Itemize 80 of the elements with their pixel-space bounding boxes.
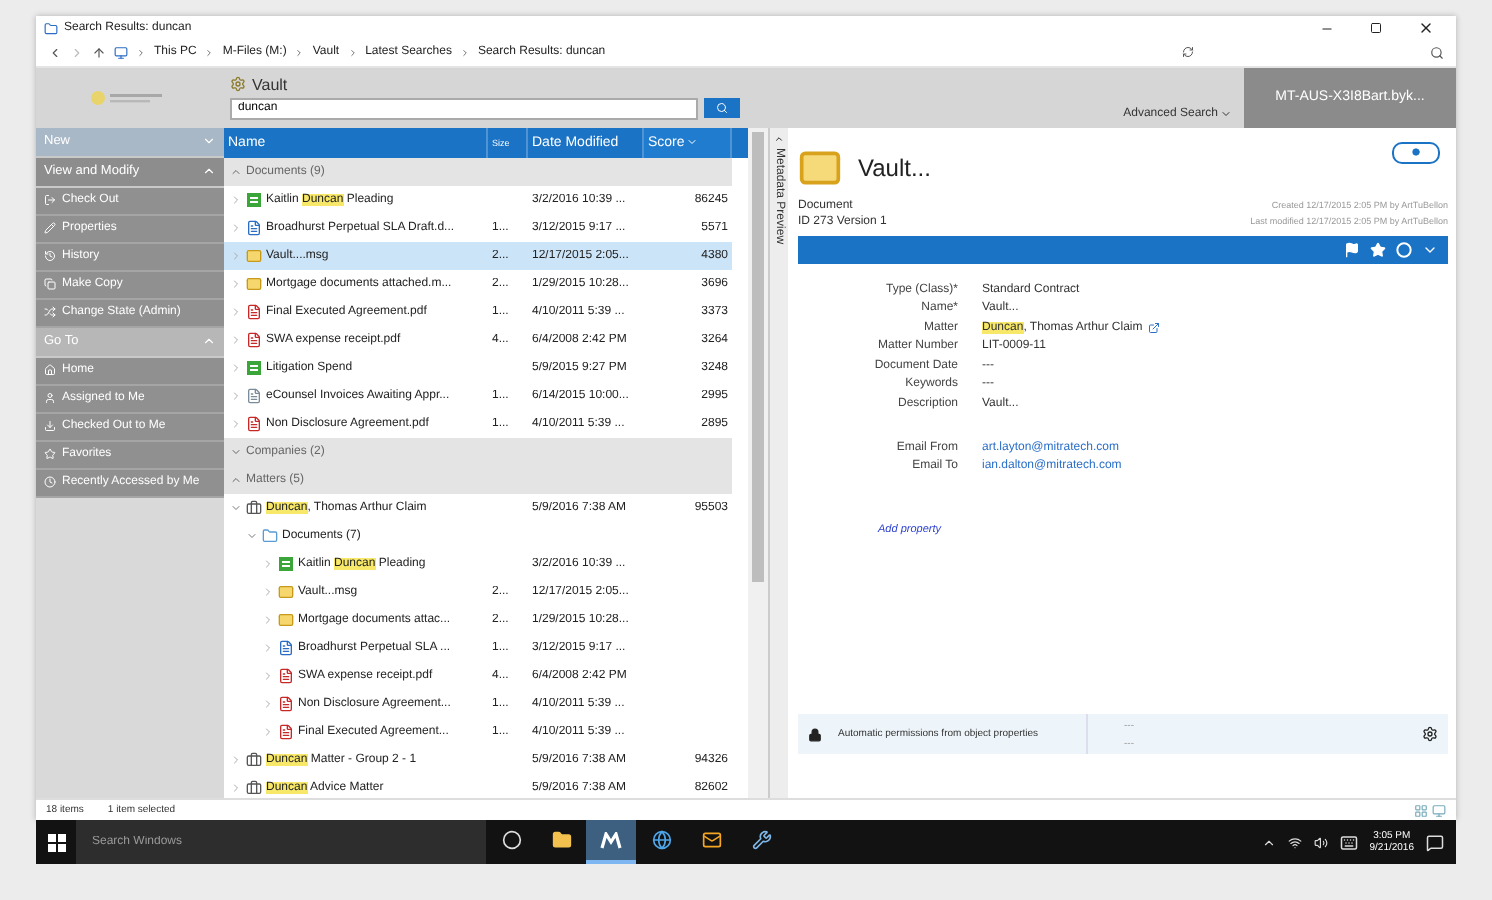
caret-icon xyxy=(774,133,784,144)
folder-icon xyxy=(551,830,571,850)
workflow-button[interactable] xyxy=(1396,241,1412,258)
document-icon xyxy=(246,191,262,208)
briefcase-icon xyxy=(246,499,262,516)
close-icon xyxy=(1418,20,1434,36)
file-icon xyxy=(278,639,294,656)
search-icon[interactable] xyxy=(1430,45,1444,60)
briefcase-icon xyxy=(246,751,262,768)
file-icon xyxy=(246,303,262,320)
expand-icon xyxy=(230,445,242,458)
refresh-icon[interactable] xyxy=(1182,46,1194,59)
logout-icon xyxy=(44,194,56,207)
notification-icon[interactable] xyxy=(1426,833,1444,851)
scrollbar-thumb[interactable] xyxy=(752,131,764,582)
separator-icon xyxy=(459,47,470,58)
search-icon xyxy=(716,102,728,115)
caret-icon xyxy=(1220,107,1232,120)
keyboard-icon[interactable] xyxy=(1339,833,1358,851)
history-icon xyxy=(44,250,56,263)
star-icon xyxy=(44,448,56,461)
separator-icon xyxy=(347,47,358,58)
expander-icon[interactable] xyxy=(230,501,242,514)
collapse-icon xyxy=(230,165,242,178)
briefcase-icon xyxy=(246,779,262,796)
user-icon xyxy=(44,392,56,405)
details-view-icon[interactable] xyxy=(1414,803,1428,818)
separator-icon xyxy=(294,47,305,58)
circle-icon xyxy=(1396,241,1412,258)
circle-icon xyxy=(501,830,521,850)
tray-caret-icon[interactable] xyxy=(1261,835,1276,849)
document-icon xyxy=(246,359,262,376)
wifi-icon[interactable] xyxy=(1287,835,1302,849)
wrench-icon xyxy=(751,830,771,850)
file-icon xyxy=(246,219,262,236)
file-icon xyxy=(278,667,294,684)
sort-icon xyxy=(686,136,699,149)
computer-icon xyxy=(114,45,128,60)
windows-logo-icon xyxy=(47,833,65,851)
volume-icon[interactable] xyxy=(1313,835,1328,849)
file-icon xyxy=(278,695,294,712)
collapse-icon xyxy=(202,334,216,349)
expand-icon xyxy=(202,134,216,149)
file-icon xyxy=(246,387,262,404)
flag-icon xyxy=(1344,241,1360,258)
external-link-icon[interactable] xyxy=(1148,321,1161,334)
object-title: Vault... xyxy=(858,153,931,182)
download-icon xyxy=(44,420,56,433)
settings-icon[interactable] xyxy=(1422,726,1438,743)
search-button[interactable] xyxy=(704,98,740,119)
separator-icon xyxy=(136,47,146,58)
separator-icon xyxy=(204,47,215,58)
clock-icon xyxy=(44,476,56,489)
maximize-icon xyxy=(1370,22,1382,34)
dot-icon xyxy=(1412,148,1420,157)
folder-icon xyxy=(44,21,58,35)
file-icon xyxy=(278,723,294,740)
globe-icon xyxy=(651,830,671,850)
star-icon xyxy=(1370,241,1386,258)
shuffle-icon xyxy=(44,306,56,319)
expander-icon[interactable] xyxy=(246,529,258,542)
copy-icon xyxy=(44,278,56,291)
flag-button[interactable] xyxy=(1344,241,1360,258)
collapse-icon xyxy=(230,473,242,486)
favorite-button[interactable] xyxy=(1370,241,1386,258)
folder-icon xyxy=(262,527,278,544)
toggle-badge[interactable] xyxy=(1392,141,1440,164)
taskbar-app[interactable] xyxy=(586,820,636,864)
forward-icon[interactable] xyxy=(70,45,84,60)
back-icon[interactable] xyxy=(48,45,62,60)
vault-name: Vault xyxy=(252,75,288,94)
m-logo-icon xyxy=(600,831,622,849)
preview-view-icon[interactable] xyxy=(1432,803,1446,818)
home-icon xyxy=(44,364,56,377)
document-icon xyxy=(278,555,294,572)
pencil-icon xyxy=(44,222,56,235)
up-icon[interactable] xyxy=(92,45,106,60)
file-icon xyxy=(246,331,262,348)
file-icon xyxy=(246,415,262,432)
lock-icon xyxy=(808,727,822,742)
